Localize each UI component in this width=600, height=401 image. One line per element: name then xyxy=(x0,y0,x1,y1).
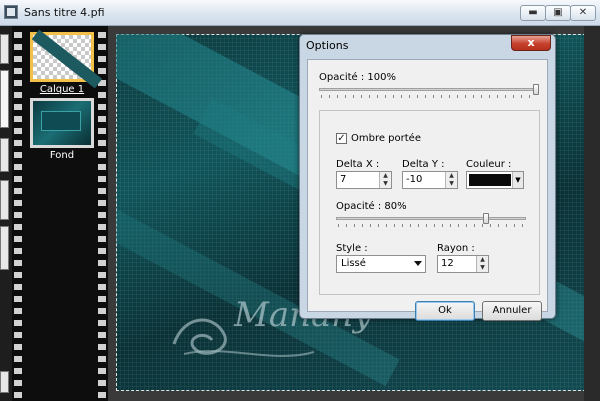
film-perforation xyxy=(14,26,22,401)
layer-opacity-label: Opacité : 100% xyxy=(319,72,397,83)
stepper-arrows[interactable]: ▲ ▼ xyxy=(379,172,391,188)
dialog-close-button[interactable]: x xyxy=(511,35,551,51)
shadow-opacity-slider[interactable] xyxy=(336,213,526,229)
window-titlebar: Sans titre 4.pfi ▬ ▣ ✕ xyxy=(0,0,600,26)
palette-tab[interactable] xyxy=(0,34,9,64)
restore-button[interactable]: ▣ xyxy=(545,5,571,21)
layer-label-fond[interactable]: Fond xyxy=(24,150,100,161)
color-swatch xyxy=(469,174,511,186)
chevron-up-icon[interactable]: ▲ xyxy=(446,172,457,180)
radius-value: 12 xyxy=(441,258,454,269)
slider-track xyxy=(336,217,526,220)
chevron-down-icon[interactable]: ▼ xyxy=(512,172,523,188)
layer-opacity-slider[interactable] xyxy=(319,84,539,100)
slider-ticks xyxy=(321,95,537,98)
shadow-group: ✓ Ombre portée Delta X : 7 ▲ ▼ Delta Y : … xyxy=(319,110,540,295)
stepper-arrows[interactable]: ▲ ▼ xyxy=(476,256,488,272)
stepper-arrows[interactable]: ▲ ▼ xyxy=(445,172,457,188)
chevron-up-icon[interactable]: ▲ xyxy=(380,172,391,180)
color-label: Couleur : xyxy=(466,159,512,170)
close-window-button[interactable]: ✕ xyxy=(570,5,596,21)
delta-x-stepper[interactable]: 7 ▲ ▼ xyxy=(336,171,392,189)
dialog-title: Options xyxy=(306,39,349,52)
delta-y-stepper[interactable]: -10 ▲ ▼ xyxy=(402,171,458,189)
chevron-down-icon[interactable]: ▼ xyxy=(446,180,457,188)
slider-track xyxy=(319,88,539,91)
ok-button[interactable]: Ok xyxy=(415,301,475,321)
chevron-down-icon[interactable]: ▼ xyxy=(477,264,488,272)
layer-preview-art xyxy=(33,101,91,145)
radius-label: Rayon : xyxy=(437,243,475,254)
radius-stepper[interactable]: 12 ▲ ▼ xyxy=(437,255,489,273)
delta-x-value: 7 xyxy=(340,174,347,185)
drop-shadow-checkbox[interactable]: ✓ xyxy=(336,133,347,144)
style-label: Style : xyxy=(336,243,368,254)
palette-tab[interactable] xyxy=(0,138,9,172)
window-title: Sans titre 4.pfi xyxy=(24,6,105,19)
shadow-opacity-label: Opacité : 80% xyxy=(336,201,407,212)
vertical-scrollbar[interactable] xyxy=(584,26,600,401)
minimize-icon: ▬ xyxy=(528,7,538,18)
delta-y-label: Delta Y : xyxy=(402,159,445,170)
style-value: Lissé xyxy=(341,258,366,269)
close-icon: ✕ xyxy=(578,7,588,18)
app-document-icon xyxy=(4,5,18,19)
restore-icon: ▣ xyxy=(553,7,563,18)
chevron-down-icon xyxy=(414,261,422,266)
palette-tab[interactable] xyxy=(0,180,9,220)
layer-thumbnail-fond[interactable] xyxy=(30,98,94,148)
shadow-color-picker[interactable]: ▼ xyxy=(466,171,524,189)
layer-thumbnail-calque-1[interactable] xyxy=(30,29,103,89)
minimize-button[interactable]: ▬ xyxy=(520,5,546,21)
close-icon: x xyxy=(527,36,535,49)
checkmark-icon: ✓ xyxy=(337,133,346,144)
palette-tab[interactable] xyxy=(0,371,9,393)
drop-shadow-label: Ombre portée xyxy=(351,133,421,144)
palette-tab[interactable] xyxy=(0,70,9,128)
slider-ticks xyxy=(338,224,524,227)
chevron-up-icon[interactable]: ▲ xyxy=(477,256,488,264)
slider-thumb[interactable] xyxy=(533,84,539,95)
layer-label-calque-1[interactable]: Calque 1 xyxy=(24,84,100,95)
palette-tab[interactable] xyxy=(0,226,9,270)
delta-x-label: Delta X : xyxy=(336,159,380,170)
dialog-body: Opacité : 100% ✓ Ombre portée Delta X : … xyxy=(307,59,548,321)
chevron-down-icon[interactable]: ▼ xyxy=(380,180,391,188)
layers-panel: Calque 1 Fond xyxy=(12,26,108,401)
slider-thumb[interactable] xyxy=(483,213,489,224)
delta-y-value: -10 xyxy=(406,174,423,185)
left-palette-strip xyxy=(0,26,12,401)
style-select[interactable]: Lissé xyxy=(336,255,426,273)
options-dialog: Options x Opacité : 100% ✓ Ombre portée … xyxy=(299,34,556,321)
cancel-button[interactable]: Annuler xyxy=(482,301,542,321)
